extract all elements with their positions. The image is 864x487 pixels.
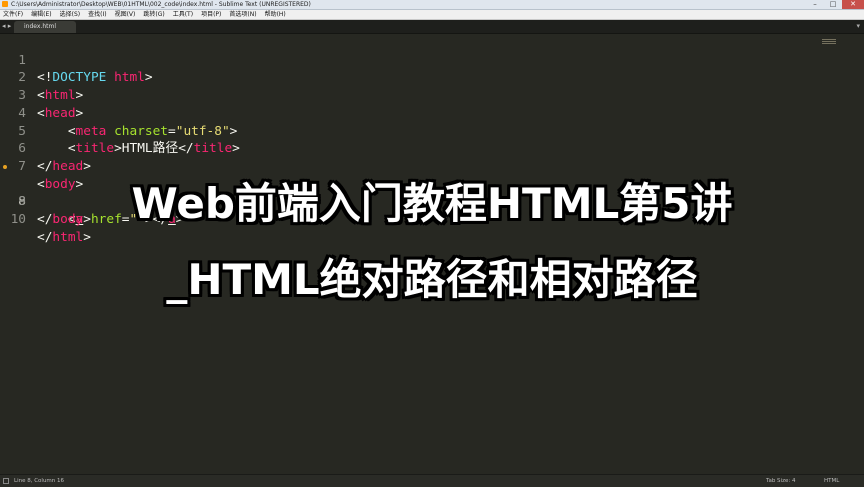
- code-line-5: 5 <title>HTML路径</title>: [0, 105, 864, 157]
- menu-preferences[interactable]: 首选项(N): [226, 10, 261, 19]
- tab-dropdown-icon[interactable]: ▾: [856, 21, 860, 32]
- modified-line-marker-icon: [3, 164, 7, 169]
- video-title-line-1: Web前端入门教程HTML第5讲: [131, 179, 733, 228]
- menu-goto[interactable]: 跳转(G): [140, 10, 169, 19]
- code-line-6: 6 </head>: [0, 123, 864, 174]
- tab-label: index.html: [24, 23, 56, 30]
- menu-edit[interactable]: 编辑(E): [28, 10, 56, 19]
- close-button[interactable]: ✕: [842, 0, 864, 9]
- code-line-7: 7 <body>: [0, 140, 864, 192]
- code-line-4: 4 <meta charset="utf-8">: [0, 87, 864, 139]
- code-line-8: 8 <a href=""></a>: [0, 158, 864, 227]
- window-controls: – □ ✕: [806, 0, 864, 9]
- menu-selection[interactable]: 选择(S): [57, 10, 86, 19]
- window-titlebar: C:\Users\Administrator\Desktop\WEB\01HTM…: [0, 0, 864, 10]
- menu-project[interactable]: 项目(P): [198, 10, 226, 19]
- minimize-button[interactable]: –: [806, 0, 824, 9]
- tab-size-selector[interactable]: Tab Size: 4: [766, 475, 795, 487]
- status-bar: Line 8, Column 16 Tab Size: 4 HTML: [0, 474, 864, 487]
- code-line-3: 3 <head>: [0, 69, 864, 121]
- video-title-line-2: _HTML绝对路径和相对路径: [166, 255, 698, 304]
- code-line-1: 1 <!DOCTYPE html>: [0, 34, 864, 86]
- menu-bar: 文件(F) 编辑(E) 选择(S) 查找(I) 视图(V) 跳转(G) 工具(T…: [0, 10, 864, 20]
- menu-help[interactable]: 帮助(H): [262, 10, 291, 19]
- menu-tools[interactable]: 工具(T): [170, 10, 198, 19]
- syntax-selector[interactable]: HTML: [824, 475, 839, 487]
- tab-index-html[interactable]: index.html: [14, 21, 76, 33]
- window-title: C:\Users\Administrator\Desktop\WEB\01HTM…: [11, 1, 311, 8]
- menu-find[interactable]: 查找(I): [85, 10, 111, 19]
- menu-view[interactable]: 视图(V): [112, 10, 141, 19]
- maximize-button[interactable]: □: [824, 0, 842, 9]
- panel-toggle-icon[interactable]: [3, 478, 9, 484]
- code-line-2: 2 <html>: [0, 52, 864, 103]
- tab-bar: ◂ ▸ index.html ▾: [0, 20, 864, 34]
- cursor-position: Line 8, Column 16: [14, 478, 65, 484]
- tab-nav-arrows-icon[interactable]: ◂ ▸: [2, 21, 11, 32]
- sublime-app-icon: [2, 1, 8, 7]
- menu-file[interactable]: 文件(F): [0, 10, 28, 19]
